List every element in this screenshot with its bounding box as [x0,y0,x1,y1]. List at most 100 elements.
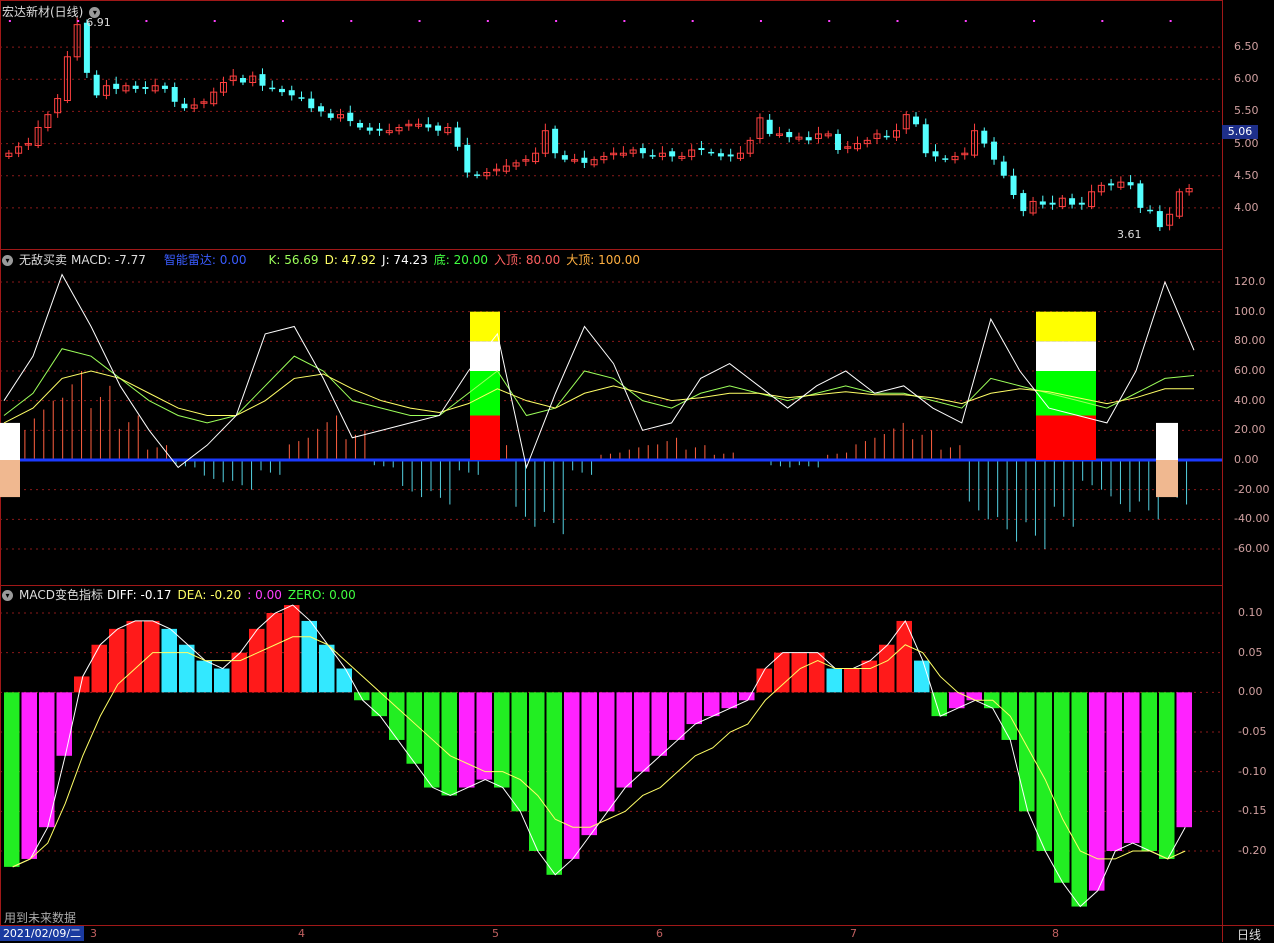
signal-block-yellow [1036,311,1096,342]
candle-body-down [1069,198,1076,205]
price-tick-label: 4.00 [1234,200,1259,214]
indicator-tick-label: 100.0 [1234,304,1266,318]
macd-bar [1071,692,1087,907]
indicator2-dropdown-icon[interactable]: ▾ [2,590,13,601]
candle-body-down [639,148,646,154]
macd-bar [581,692,597,836]
macd-bar [1054,692,1070,883]
candle-body-down [786,132,793,138]
candle-body-down [327,113,334,118]
indicator2-diff: DIFF: -0.17 [106,588,172,602]
candle-body-down [474,174,481,176]
candle-body-down [435,125,442,131]
indicator-tick-label: 40.00 [1234,393,1266,407]
indicator-tick-label: 80.00 [1234,334,1266,348]
cursor-date: 2021/02/09/二 [0,926,84,941]
candle-body-down [1010,175,1017,195]
signal-dot [1169,20,1172,22]
indicator2-name: MACD变色指标 [19,588,103,602]
candle-body-down [376,128,383,131]
macd-bar [21,692,37,859]
macd-bar [301,620,317,693]
macd-bar [809,652,825,693]
candle-body-down [883,135,890,138]
macd-bar [1019,692,1035,812]
signal-dot [418,20,421,22]
macd-tick-label: -0.05 [1238,725,1267,738]
candle-body-down [1147,209,1154,212]
candle-body-down [142,87,149,89]
macd-bar [861,660,877,693]
candle-body-down [93,74,100,96]
indicator-tick-label: 60.00 [1234,364,1266,377]
candle-body-down [669,151,676,157]
candle-body-down [1108,183,1115,186]
macd-bar [739,692,755,701]
candle-body-down [649,155,656,157]
macd-tick-label: -0.10 [1238,764,1267,778]
macd-bar [424,692,440,788]
candle-body-down [1078,202,1085,205]
macd-bar [56,692,72,756]
candle-body-down [561,155,568,160]
high-annotation: 6.91 [86,15,111,29]
macd-bar [1124,692,1140,844]
candle-body-down [181,103,188,109]
macd-bar [319,644,335,693]
macd-bar [686,692,702,725]
signal-dot [281,20,284,22]
candle-body-down [991,141,998,160]
candle-body-down [766,119,773,134]
indicator-tick-label: 20.00 [1234,423,1266,437]
signal-dot [623,20,626,22]
indicator1-d: D: 47.92 [324,253,377,267]
signal-dot [828,20,831,22]
candle-body-down [259,74,266,86]
signal-dot [77,20,80,22]
candle-body-down [1049,202,1056,205]
time-tick-label: 3 [90,927,97,940]
candle-body-down [464,144,471,173]
macd-bar [966,692,982,701]
candle-body-down [1039,201,1046,205]
signal-block-white [0,422,20,460]
signal-block-tan [1156,460,1178,498]
indicator2-zero: ZERO: 0.00 [287,588,356,602]
macd-bar [4,692,20,867]
indicator1-dropdown-icon[interactable]: ▾ [2,255,13,266]
indicator1-macd: MACD: -7.77 [71,253,146,267]
price-tick-label: 5.00 [1234,136,1259,150]
price-tick-label: 6.00 [1234,72,1259,86]
low-annotation: 3.61 [1116,227,1142,241]
macd-bar [704,692,720,717]
candle-body-down [1000,161,1007,176]
signal-block-white [1156,422,1178,460]
macd-bar [564,692,580,859]
period-label[interactable]: 日线 [1224,926,1274,942]
signal-block-white [470,341,500,371]
indicator-tick-label: -20.00 [1234,482,1270,496]
indicator2-dea: DEA: -0.20 [177,588,242,602]
macd-tick-label: 0.00 [1238,685,1263,699]
time-tick-label: 6 [656,927,663,940]
macd-bar [39,692,55,828]
indicator1-k: K: 56.69 [268,253,319,267]
candle-body-down [1020,193,1027,212]
future-data-note: 用到未来数据 [4,911,77,925]
indicator1-name: 无敌买卖 [19,253,68,267]
candle-body-down [834,133,841,150]
price-tick-label: 4.50 [1234,168,1259,182]
signal-dot [1033,20,1036,22]
macd-bar [791,652,807,693]
macd-bar [511,692,527,812]
chart-canvas[interactable] [0,0,1274,942]
macd-bar [266,613,282,693]
candle-body-down [171,87,178,102]
macd-bar [1141,692,1157,851]
candle-body-down [347,112,354,122]
indicator2-header: ▾ MACD变色指标 DIFF: -0.17 DEA: -0.20: 0.00 ZERO… [2,588,362,602]
macd-bar [476,692,492,780]
macd-bar [91,644,107,693]
candle-body-down [805,137,812,141]
candle-body-down [708,151,715,154]
